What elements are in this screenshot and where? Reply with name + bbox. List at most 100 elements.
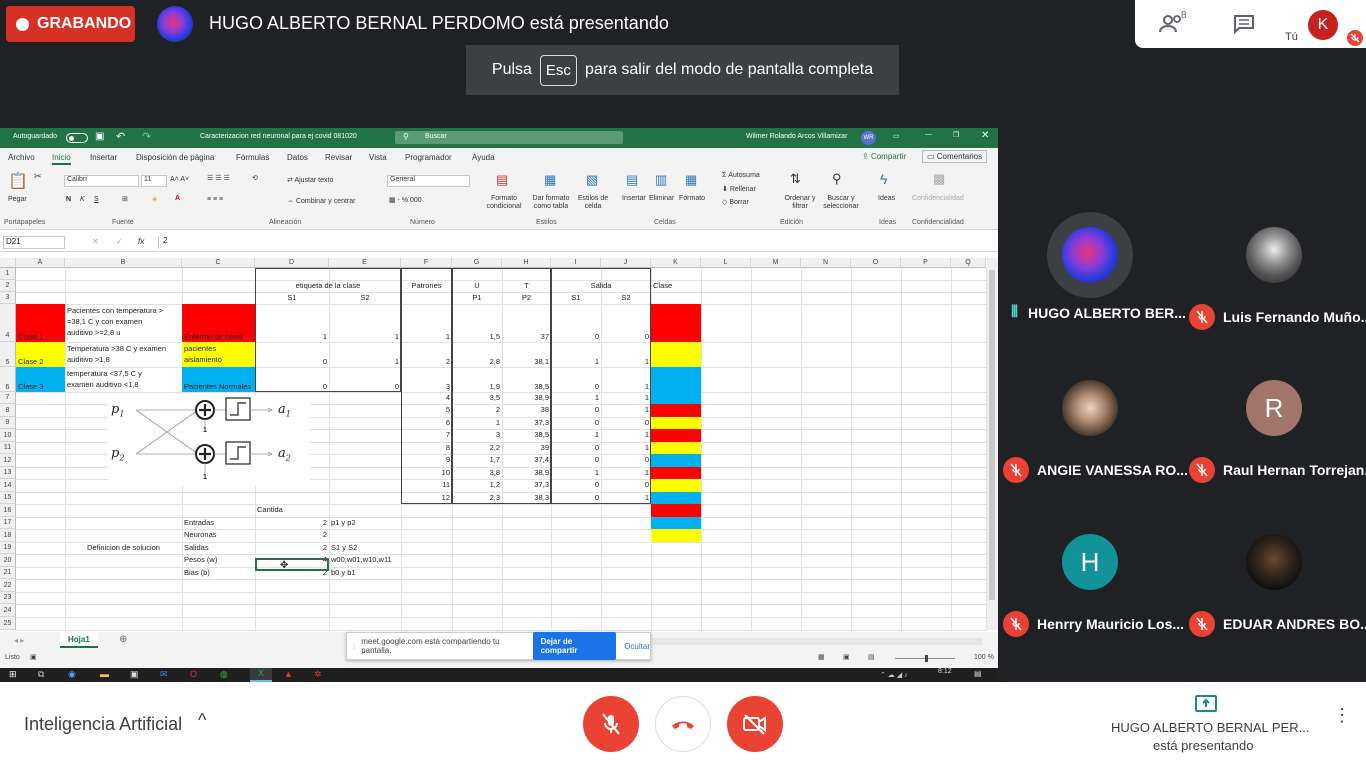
- column-header-c[interactable]: C: [182, 258, 255, 268]
- header-p1[interactable]: P1: [452, 292, 502, 303]
- present-icon[interactable]: [1194, 694, 1218, 719]
- solution-title[interactable]: Definicion de solucion: [65, 542, 182, 553]
- menu-formulas[interactable]: Fórmulas: [236, 153, 269, 162]
- row-header-21[interactable]: 21: [0, 567, 16, 579]
- select-all-corner[interactable]: [0, 258, 16, 268]
- pattern-p1[interactable]: 3,8: [452, 467, 502, 478]
- header-clase[interactable]: Clase: [651, 280, 701, 291]
- row-header-17[interactable]: 17: [0, 517, 16, 529]
- pattern-s2[interactable]: 0: [601, 454, 651, 465]
- pattern-p2[interactable]: 38,9: [502, 392, 551, 403]
- column-header-p[interactable]: P: [901, 258, 951, 268]
- header-etiqueta[interactable]: etiqueta de la clase: [255, 280, 401, 291]
- pattern-s1[interactable]: 0: [551, 492, 601, 503]
- class-desc-1[interactable]: Pacientes con temperatura >: [65, 305, 182, 316]
- cancel-entry-icon[interactable]: ✕: [92, 237, 99, 246]
- class-s2[interactable]: 1: [329, 331, 401, 342]
- close-icon[interactable]: ✕: [981, 130, 989, 141]
- zoom-slider[interactable]: [895, 655, 955, 662]
- pattern-s1[interactable]: 1: [551, 429, 601, 440]
- pattern-p1[interactable]: 3,5: [452, 392, 502, 403]
- row-header-7[interactable]: 7: [0, 392, 16, 404]
- row-header-9[interactable]: 9: [0, 417, 16, 429]
- pattern-number[interactable]: 2: [401, 356, 452, 367]
- class-desc-1[interactable]: temperatura <37,5 C y: [65, 368, 182, 379]
- row-header-12[interactable]: 12: [0, 454, 16, 467]
- class-label[interactable]: Clase 1: [16, 331, 65, 342]
- class-diagnosis[interactable]: pacientes: [182, 343, 255, 354]
- row-header-20[interactable]: 20: [0, 554, 16, 567]
- excel-taskbar-icon[interactable]: X: [250, 668, 272, 682]
- pattern-p2[interactable]: 37,3: [502, 417, 551, 428]
- row-header-18[interactable]: 18: [0, 529, 16, 542]
- pattern-number[interactable]: 9: [401, 454, 452, 465]
- pattern-p2[interactable]: 39: [502, 442, 551, 453]
- pattern-number[interactable]: 1: [401, 331, 452, 342]
- solution-detail[interactable]: w00,w01,w10,w11: [329, 554, 401, 565]
- align-left-icon[interactable]: ≡ ≡ ≡: [207, 196, 223, 203]
- row-header-6[interactable]: 6: [0, 367, 16, 392]
- column-header-a[interactable]: A: [16, 258, 65, 268]
- solution-value[interactable]: 2: [255, 517, 329, 528]
- grow-font-icon[interactable]: A˄ A˅: [170, 176, 189, 183]
- class-s1[interactable]: 0: [255, 381, 329, 392]
- app-icon[interactable]: ✲: [314, 669, 322, 680]
- merge-center-button[interactable]: ⇔ Combinar y centrar: [287, 198, 355, 205]
- pattern-p1[interactable]: 1,7: [452, 454, 502, 465]
- cut-icon[interactable]: ✂: [34, 171, 42, 182]
- share-button[interactable]: ⇪ Compartir: [862, 152, 906, 161]
- redo-icon[interactable]: ↷: [142, 130, 151, 143]
- class-s1[interactable]: 1: [255, 331, 329, 342]
- class-diagnosis-2[interactable]: aislamiento: [182, 354, 255, 365]
- store-icon[interactable]: ▣: [130, 669, 139, 680]
- class-desc-1[interactable]: Temperatura >38 C y examen: [65, 343, 182, 354]
- pattern-number[interactable]: 3: [401, 381, 452, 392]
- pattern-p2[interactable]: 38,9: [502, 467, 551, 478]
- pattern-p2[interactable]: 38: [502, 404, 551, 415]
- fill-color-icon[interactable]: ◈: [152, 195, 157, 203]
- pattern-s2[interactable]: 0: [601, 331, 651, 342]
- row-header-19[interactable]: 19: [0, 542, 16, 554]
- row-header-1[interactable]: 1: [0, 268, 16, 280]
- column-header-b[interactable]: B: [65, 258, 182, 268]
- pattern-s2[interactable]: 1: [601, 356, 651, 367]
- menu-vista[interactable]: Vista: [369, 153, 387, 162]
- font-color-icon[interactable]: A: [175, 195, 180, 202]
- pattern-p1[interactable]: 2: [452, 404, 502, 415]
- header-u[interactable]: U: [452, 280, 502, 291]
- pattern-number[interactable]: 10: [401, 467, 452, 478]
- class-s2[interactable]: 1: [329, 356, 401, 367]
- column-header-o[interactable]: O: [851, 258, 901, 268]
- function-icon[interactable]: fx: [138, 237, 144, 246]
- column-header-e[interactable]: E: [329, 258, 401, 268]
- header-salida[interactable]: Salida: [551, 280, 651, 291]
- column-header-l[interactable]: L: [701, 258, 751, 268]
- chrome-icon[interactable]: ◍: [220, 669, 228, 680]
- leave-call-button[interactable]: [655, 696, 711, 752]
- pattern-number[interactable]: 5: [401, 404, 452, 415]
- menu-revisar[interactable]: Revisar: [325, 153, 352, 162]
- row-header-13[interactable]: 13: [0, 467, 16, 479]
- pattern-p2[interactable]: 37: [502, 331, 551, 342]
- class-diagnosis[interactable]: Pacientes Normales: [182, 381, 255, 392]
- participant-tile-4[interactable]: R Raul Hernan Torrejan...: [1189, 368, 1366, 518]
- class-desc-3[interactable]: auditivo >=2,8 u: [65, 327, 182, 338]
- pattern-s1[interactable]: 0: [551, 417, 601, 428]
- wrap-text-button[interactable]: ⇄ Ajustar texto: [287, 176, 333, 184]
- autosum-button[interactable]: Σ Autosuma: [722, 172, 760, 179]
- header-patrones[interactable]: Patrones: [401, 280, 452, 291]
- row-header-22[interactable]: 22: [0, 579, 16, 592]
- participant-tile-1[interactable]: ⦀ HUGO ALBERTO BER...: [1003, 212, 1186, 365]
- pattern-s2[interactable]: 1: [601, 442, 651, 453]
- number-format-select[interactable]: General: [387, 175, 470, 187]
- font-size-select[interactable]: 11: [141, 175, 167, 187]
- pattern-number[interactable]: 7: [401, 429, 452, 440]
- borders-icon[interactable]: ⊞: [122, 195, 128, 203]
- row-header-2[interactable]: 2: [0, 280, 16, 292]
- ribbon-display-icon[interactable]: ▭: [893, 132, 900, 140]
- normal-view-icon[interactable]: ▦: [818, 653, 825, 661]
- header-s2[interactable]: S2: [329, 292, 401, 303]
- pattern-p2[interactable]: 38,5: [502, 381, 551, 392]
- menu-ayuda[interactable]: Ayuda: [472, 153, 495, 162]
- pattern-s2[interactable]: 0: [601, 479, 651, 490]
